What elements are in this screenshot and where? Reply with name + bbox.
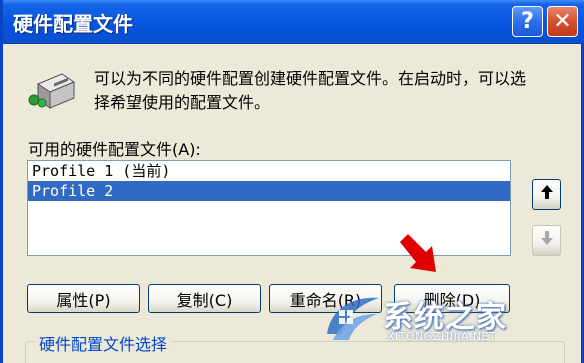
help-button[interactable]: ?: [512, 6, 543, 37]
properties-button[interactable]: 属性(P): [27, 284, 140, 313]
profile-selection-group-label: 硬件配置文件选择: [35, 331, 172, 355]
arrow-up-icon: [540, 184, 554, 205]
list-item-profile-1[interactable]: Profile 1 (当前): [28, 161, 510, 181]
close-button[interactable]: ✕: [547, 6, 578, 37]
hardware-profiles-dialog: 硬件配置文件 ? ✕ 可以为不同的硬件配置创建硬件配置文件。在启动时，可以选择希…: [0, 0, 584, 363]
title-bar[interactable]: 硬件配置文件 ? ✕: [3, 0, 584, 44]
red-arrow-annotation-icon: [396, 232, 442, 278]
question-mark-icon: ?: [521, 9, 534, 34]
watermark-logo-icon: [327, 297, 379, 340]
move-down-button[interactable]: [532, 225, 561, 256]
arrow-down-icon: [540, 230, 554, 251]
profiles-list-label: 可用的硬件配置文件(A):: [28, 140, 201, 159]
copy-button[interactable]: 复制(C): [148, 284, 261, 313]
hardware-profile-icon: [28, 70, 76, 112]
move-up-button[interactable]: [532, 179, 561, 210]
dialog-description: 可以为不同的硬件配置创建硬件配置文件。在启动时，可以选择希望使用的配置文件。: [94, 69, 527, 112]
site-watermark: 系统之家 XITONGZHIJIA.NET: [321, 290, 521, 352]
list-item-profile-2[interactable]: Profile 2: [28, 181, 510, 201]
watermark-url: XITONGZHIJIA.NET: [387, 330, 497, 343]
close-icon: ✕: [553, 9, 572, 34]
window-title: 硬件配置文件: [13, 12, 133, 36]
